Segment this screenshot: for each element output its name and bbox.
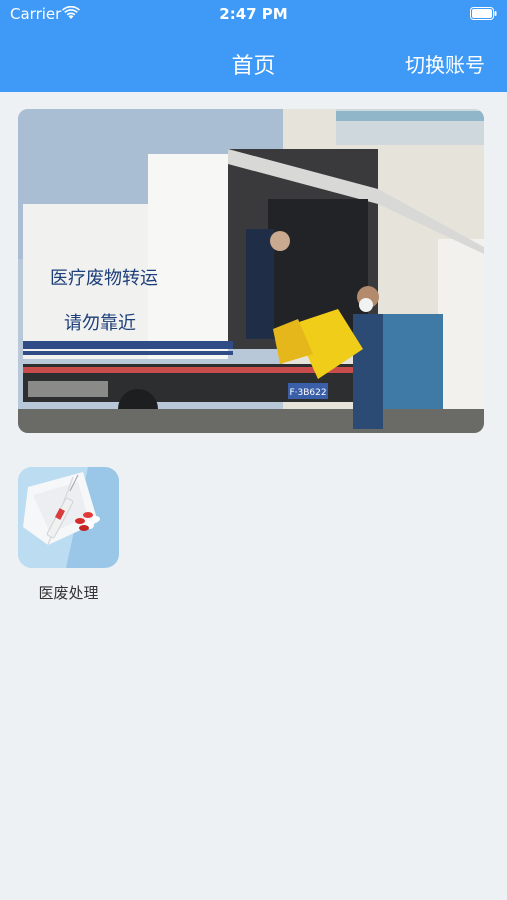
nav-bar: 首页 切换账号 [0,28,507,92]
grid-item-label: 医废处理 [38,584,99,602]
status-bar: Carrier 2:47 PM [0,0,507,28]
battery-icon [470,7,497,20]
medical-waste-truck-photo: F·3B622 医疗废物转运 请勿靠近 [18,109,484,433]
switch-account-button[interactable]: 切换账号 [405,49,485,78]
medical-waste-icon [18,467,119,568]
truck-text-line1: 医疗废物转运 [50,268,158,289]
truck-text-line2: 请勿靠近 [64,313,136,334]
grid-item-medical-waste[interactable]: 医废处理 [18,467,119,603]
clock: 2:47 PM [219,5,288,23]
banner-image[interactable]: F·3B622 医疗废物转运 请勿靠近 [18,109,484,433]
plate-text: F·3B622 [289,388,326,398]
